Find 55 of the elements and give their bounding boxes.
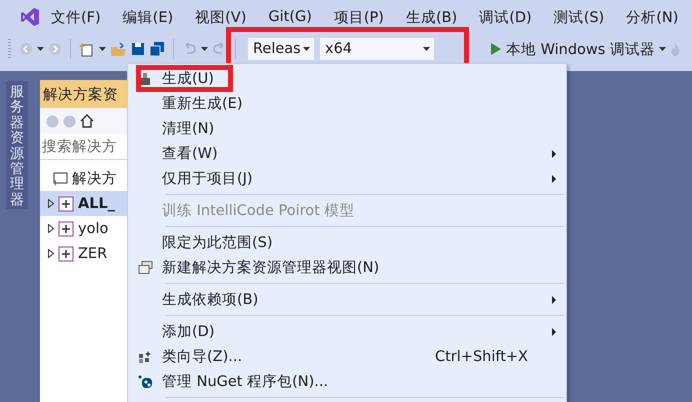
caret-icon[interactable] <box>303 47 310 51</box>
project-icon <box>58 196 74 212</box>
menu-item[interactable]: 管理 NuGet 程序包(N)... <box>128 369 566 394</box>
save-all-icon[interactable] <box>149 41 165 57</box>
expand-icon[interactable] <box>48 224 54 233</box>
debugger-label[interactable]: 本地 Windows 调试器 <box>506 40 655 58</box>
windows-icon <box>138 261 152 274</box>
nuget-icon <box>138 374 152 388</box>
platform-dropdown[interactable]: x64 <box>320 38 434 60</box>
project-icon <box>58 220 74 236</box>
tree-item-label: 解决方 <box>72 170 117 188</box>
menu-item[interactable]: 生成(U) <box>128 66 566 91</box>
menu-bar-item[interactable]: 项目(P) <box>322 8 395 26</box>
build-icon <box>139 72 151 86</box>
menu-item[interactable]: 新建解决方案资源管理器视图(N) <box>128 255 566 280</box>
panel-title: 解决方案资 <box>40 80 127 108</box>
tree-item-label: yolo <box>78 220 108 236</box>
menu-item[interactable]: 清理(N) <box>128 116 566 141</box>
configuration-dropdown[interactable]: Releas <box>248 38 314 60</box>
solution-icon <box>52 170 68 186</box>
project-icon <box>58 246 74 262</box>
menu-bar-item[interactable]: 文件(F) <box>40 8 112 26</box>
play-icon[interactable] <box>490 43 502 55</box>
menu-bar-item[interactable]: 测试(S) <box>542 8 616 26</box>
menu-bar-item[interactable]: 分析(N) <box>615 8 690 26</box>
home-icon[interactable] <box>80 114 94 128</box>
menu-item[interactable]: 仅用于项目(J) <box>128 166 566 191</box>
visual-studio-logo-icon[interactable] <box>20 7 40 27</box>
caret-icon[interactable] <box>37 47 44 51</box>
menu-bar-item[interactable]: 生成(B) <box>394 8 468 26</box>
menu-item[interactable]: 查看(W) <box>128 141 566 166</box>
server-explorer-tab[interactable]: 服务器资源管理器 <box>6 81 28 209</box>
caret-icon[interactable] <box>201 47 208 51</box>
expand-icon[interactable] <box>48 249 54 258</box>
new-item-icon[interactable] <box>79 41 95 57</box>
wizard-icon <box>138 350 152 364</box>
menu-bar-item[interactable]: 编辑(E) <box>112 8 184 26</box>
menu-item[interactable]: 重新生成(E) <box>128 91 566 116</box>
shortcut-label: Ctrl+Shift+X <box>435 348 529 364</box>
caret-icon[interactable] <box>99 47 106 51</box>
tree-item-label: ALL_ <box>78 196 115 212</box>
caret-icon[interactable] <box>423 47 430 51</box>
expand-icon[interactable] <box>48 199 54 208</box>
menu-item[interactable]: 添加(D) <box>128 319 566 344</box>
menu-bar-item[interactable]: 视图(V) <box>184 8 258 26</box>
menu-bar-item[interactable]: Git(G) <box>257 9 323 25</box>
tree-item-label: ZER <box>78 246 108 262</box>
menu-item[interactable]: 限定为此范围(S) <box>128 230 566 255</box>
tree-item[interactable]: ALL_ <box>40 191 127 216</box>
save-icon[interactable] <box>131 42 145 56</box>
menu-bar-item[interactable]: 调试(D) <box>468 8 543 26</box>
caret-icon[interactable] <box>658 47 666 51</box>
menu-item[interactable]: 生成依赖项(B) <box>128 287 566 312</box>
menu-item[interactable]: 类向导(Z)... Ctrl+Shift+X <box>128 344 566 369</box>
folder-icon[interactable] <box>110 42 127 56</box>
